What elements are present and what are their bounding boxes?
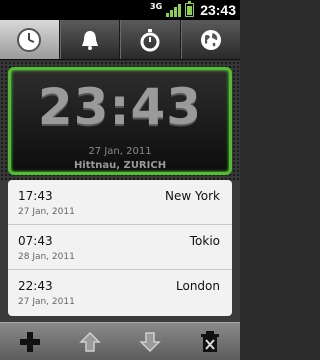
city-name: London [176,279,220,293]
city-name: New York [165,189,220,203]
stopwatch-icon [140,28,160,51]
status-bar: 3G 23:43 [0,0,240,20]
signal-icon [166,3,182,17]
list-item[interactable]: 22:43 27 Jan, 2011 London [8,270,232,315]
city-time: 17:43 [18,189,53,203]
add-button[interactable] [0,323,60,360]
clock-panel: 23:43 27 Jan, 2011 Hittnau, ZURICH [0,61,240,180]
list-item[interactable]: 17:43 27 Jan, 2011 New York [8,180,232,225]
city-list: 17:43 27 Jan, 2011 New York 07:43 28 Jan… [8,180,232,316]
city-date: 27 Jan, 2011 [18,207,75,217]
delete-button[interactable] [180,323,240,360]
list-item[interactable]: 07:43 28 Jan, 2011 Tokio [8,225,232,270]
move-up-button[interactable] [60,323,120,360]
city-time: 22:43 [18,279,53,293]
tab-clock[interactable] [0,20,60,59]
globe-icon [200,29,221,50]
current-date: 27 Jan, 2011 [88,146,152,157]
arrow-up-icon [79,331,101,352]
trash-icon [201,330,219,352]
plus-icon [20,331,40,352]
bottom-toolbar [0,322,240,360]
tab-world[interactable] [180,20,241,59]
tab-stopwatch[interactable] [120,20,181,59]
city-name: Tokio [189,234,220,248]
arrow-down-icon [139,331,161,352]
city-time: 07:43 [18,234,53,248]
tab-alarm[interactable] [59,20,120,59]
tab-bar [0,20,240,60]
battery-icon [185,1,195,17]
current-location: Hittnau, ZURICH [73,160,167,171]
network-type: 3G [150,2,163,11]
clock-icon [17,27,42,52]
status-time: 23:43 [200,2,236,18]
city-list-panel: 17:43 27 Jan, 2011 New York 07:43 28 Jan… [0,180,240,322]
city-date: 28 Jan, 2011 [18,252,75,262]
current-time: 23:43 [37,78,203,136]
city-date: 27 Jan, 2011 [18,297,75,307]
clock-frame: 23:43 27 Jan, 2011 Hittnau, ZURICH [8,67,232,175]
move-down-button[interactable] [120,323,180,360]
bell-icon [81,30,98,50]
